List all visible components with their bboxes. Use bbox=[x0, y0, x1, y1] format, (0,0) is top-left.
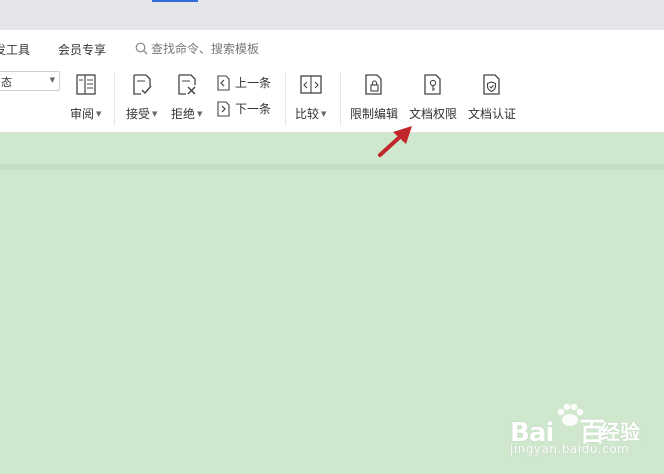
group-divider bbox=[340, 72, 341, 126]
search-icon bbox=[135, 42, 148, 54]
menu-item-dev-tools[interactable]: 发工具 bbox=[0, 41, 30, 58]
review-pane-icon bbox=[76, 74, 96, 95]
next-change-label: 下一条 bbox=[235, 102, 272, 116]
search-placeholder: 查找命令、搜索模板 bbox=[151, 41, 260, 56]
restrict-editing-button[interactable]: 限制编辑 bbox=[350, 72, 398, 122]
markup-status-select[interactable]: 态 ▼ bbox=[0, 71, 60, 91]
next-change-button[interactable]: 下一条 bbox=[215, 100, 271, 117]
menu-bar: 发工具 会员专享 查找命令、搜索模板 bbox=[0, 30, 664, 66]
title-bar bbox=[0, 0, 664, 30]
watermark-url: jingyan.baidu.com bbox=[510, 442, 630, 456]
accept-label: 接受 bbox=[126, 107, 151, 121]
active-tab-indicator bbox=[152, 0, 198, 2]
accept-change-icon bbox=[133, 74, 152, 95]
command-search[interactable]: 查找命令、搜索模板 bbox=[135, 40, 259, 56]
baidu-jingyan-watermark: Bai 百 经验 jingyan.baidu.com bbox=[508, 402, 648, 462]
restrict-editing-label: 限制编辑 bbox=[350, 107, 399, 121]
previous-change-icon bbox=[217, 74, 230, 91]
document-ruler-strip bbox=[0, 164, 664, 170]
menu-item-member[interactable]: 会员专享 bbox=[58, 41, 106, 58]
document-permission-button[interactable]: 文档权限 bbox=[409, 72, 457, 122]
compare-icon bbox=[300, 75, 322, 94]
chevron-down-icon: ▼ bbox=[152, 109, 158, 118]
chevron-down-icon: ▼ bbox=[49, 76, 55, 84]
reject-change-icon bbox=[178, 74, 196, 95]
previous-change-label: 上一条 bbox=[235, 76, 272, 90]
chevron-down-icon: ▼ bbox=[96, 109, 102, 118]
lock-document-icon bbox=[365, 74, 382, 95]
watermark-text: 经验 bbox=[600, 420, 640, 444]
chevron-down-icon: ▼ bbox=[197, 109, 203, 118]
group-divider bbox=[285, 72, 286, 126]
review-button[interactable]: 审阅 ▼ bbox=[70, 72, 101, 122]
review-ribbon: 态 ▼ 审阅 ▼ 接受 ▼ 拒绝 ▼ 上一条 下一条 比较 ▼ 限制编辑 文档权… bbox=[0, 66, 664, 133]
next-change-icon bbox=[217, 100, 230, 117]
chevron-down-icon: ▼ bbox=[321, 109, 327, 118]
key-document-icon bbox=[424, 74, 441, 95]
document-certification-label: 文档认证 bbox=[468, 107, 517, 121]
group-divider bbox=[114, 72, 115, 126]
shield-document-icon bbox=[483, 74, 500, 95]
compare-label: 比较 bbox=[295, 107, 320, 121]
red-arrow-annotation bbox=[378, 126, 412, 157]
reject-button[interactable]: 拒绝 ▼ bbox=[171, 72, 202, 122]
review-label: 审阅 bbox=[70, 107, 95, 121]
markup-status-value: 态 bbox=[1, 76, 12, 89]
document-certification-button[interactable]: 文档认证 bbox=[468, 72, 516, 122]
reject-label: 拒绝 bbox=[171, 107, 196, 121]
previous-change-button[interactable]: 上一条 bbox=[215, 74, 271, 91]
compare-button[interactable]: 比较 ▼ bbox=[295, 72, 326, 122]
accept-button[interactable]: 接受 ▼ bbox=[126, 72, 157, 122]
document-permission-label: 文档权限 bbox=[409, 107, 458, 121]
